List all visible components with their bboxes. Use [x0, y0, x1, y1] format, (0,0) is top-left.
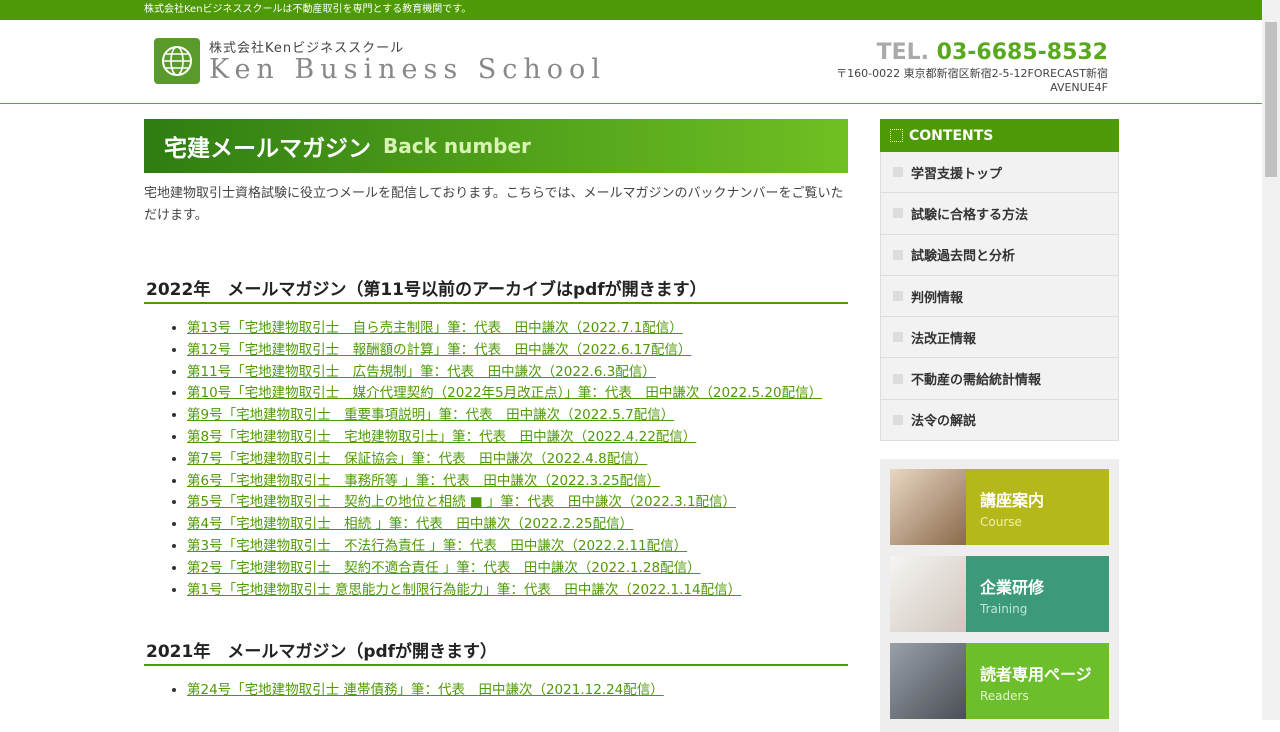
businesswoman-photo-icon: [890, 556, 966, 633]
crowd-photo-icon: [890, 643, 966, 720]
logo-school-name[interactable]: Ken Business School: [209, 54, 606, 85]
issue-link[interactable]: 第5号「宅地建物取引士 契約上の地位と相続 ■ 」筆：代表 田中謙次（2022.…: [187, 494, 736, 510]
intro-text: 宅地建物取引士資格試験に役立つメールを配信しております。こちらでは、メールマガジ…: [144, 186, 844, 223]
list-item: 第4号「宅地建物取引士 相続 」筆：代表 田中謙次（2022.2.25配信）: [187, 514, 848, 536]
page-title: 宅建メールマガジン: [164, 136, 371, 162]
list-item: 第9号「宅地建物取引士 重要事項説明」筆：代表 田中謙次（2022.5.7配信）: [187, 405, 848, 427]
banner-title: 講座案内: [980, 491, 1045, 511]
page-title-banner: 宅建メールマガジン Back number: [144, 119, 848, 173]
banner-training[interactable]: 企業研修 Training: [890, 556, 1109, 633]
tel-label: TEL.: [876, 40, 929, 65]
sidebar-item-law-revisions[interactable]: 法改正情報: [880, 317, 1119, 359]
issue-list-2021: 第24号「宅地建物取引士 連帯債務」筆：代表 田中謙次（2021.12.24配信…: [144, 680, 848, 702]
issue-link[interactable]: 第24号「宅地建物取引士 連帯債務」筆：代表 田中謙次（2021.12.24配信…: [187, 682, 664, 698]
site-header: 株式会社Kenビジネススクール Ken Business School TEL.…: [0, 20, 1262, 104]
sidebar-item-case-law[interactable]: 判例情報: [880, 275, 1119, 318]
banner-title: 読者専用ページ: [980, 665, 1092, 685]
list-item: 第6号「宅地建物取引士 事務所等 」筆：代表 田中謙次（2022.3.25配信）: [187, 471, 848, 493]
list-item: 第12号「宅地建物取引士 報酬額の計算」筆：代表 田中謙次（2022.6.17配…: [187, 340, 848, 362]
sidebar-item-how-to-pass[interactable]: 試験に合格する方法: [880, 193, 1119, 235]
year-2022-heading: 2022年 メールマガジン（第11号以前のアーカイブはpdfが開きます）: [144, 275, 848, 304]
sidebar-item-label: 法改正情報: [911, 331, 977, 347]
banner-panel: 講座案内 Course 企業研修 Training 読者専用ページ Reader…: [880, 459, 1119, 732]
list-item: 第5号「宅地建物取引士 契約上の地位と相続 ■ 」筆：代表 田中謙次（2022.…: [187, 492, 848, 514]
list-item: 第1号「宅地建物取引士 意思能力と制限行為能力」筆：代表 田中謙次（2022.1…: [187, 580, 848, 602]
sidebar: CONTENTS 学習支援トップ 試験に合格する方法 試験過去問と分析 判例情報…: [880, 119, 1119, 732]
contents-label: CONTENTS: [909, 127, 994, 144]
sidebar-item-label: 試験過去問と分析: [911, 249, 1016, 265]
vertical-scrollbar[interactable]: [1262, 0, 1280, 720]
banner-course[interactable]: 講座案内 Course: [890, 469, 1109, 546]
scrollbar-thumb[interactable]: [1265, 22, 1277, 177]
issue-link[interactable]: 第6号「宅地建物取引士 事務所等 」筆：代表 田中謙次（2022.3.25配信）: [187, 473, 660, 489]
square-bullet-icon: [893, 373, 903, 384]
list-item: 第13号「宅地建物取引士 自ら売主制限」筆：代表 田中謙次（2022.7.1配信…: [187, 318, 848, 340]
banner-title: 企業研修: [980, 578, 1045, 598]
top-notice-text: 株式会社Kenビジネススクールは不動産取引を専門とする教育機関です。: [144, 4, 472, 15]
page-subtitle: Back number: [383, 134, 531, 158]
list-item: 第10号「宅地建物取引士 媒介代理契約（2022年5月改正点）」筆：代表 田中謙…: [187, 383, 848, 405]
tel-number: 03-6685-8532: [936, 40, 1108, 65]
issue-link[interactable]: 第3号「宅地建物取引士 不法行為責任 」筆：代表 田中謙次（2022.2.11配…: [187, 538, 687, 554]
globe-logo-icon[interactable]: [154, 38, 200, 84]
issue-link[interactable]: 第9号「宅地建物取引士 重要事項説明」筆：代表 田中謙次（2022.5.7配信）: [187, 407, 674, 423]
phone-number: TEL. 03-6685-8532: [877, 40, 1108, 65]
top-notice-bar: 株式会社Kenビジネススクールは不動産取引を専門とする教育機関です。: [0, 0, 1262, 20]
operator-photo-icon: [890, 469, 966, 546]
banner-subtitle: Training: [980, 602, 1028, 617]
square-icon: [890, 129, 903, 142]
square-bullet-icon: [893, 167, 903, 178]
issue-link[interactable]: 第12号「宅地建物取引士 報酬額の計算」筆：代表 田中謙次（2022.6.17配…: [187, 342, 691, 358]
issue-link[interactable]: 第4号「宅地建物取引士 相続 」筆：代表 田中謙次（2022.2.25配信）: [187, 516, 633, 532]
sidebar-item-law-explanations[interactable]: 法令の解説: [880, 399, 1119, 442]
issue-link[interactable]: 第13号「宅地建物取引士 自ら売主制限」筆：代表 田中謙次（2022.7.1配信…: [187, 320, 683, 336]
sidebar-item-label: 判例情報: [911, 290, 964, 306]
issue-link[interactable]: 第2号「宅地建物取引士 契約不適合責任 」筆：代表 田中謙次（2022.1.28…: [187, 560, 701, 576]
list-item: 第3号「宅地建物取引士 不法行為責任 」筆：代表 田中謙次（2022.2.11配…: [187, 536, 848, 558]
contents-header: CONTENTS: [880, 119, 1119, 152]
list-item: 第8号「宅地建物取引士 宅地建物取引士」筆：代表 田中謙次（2022.4.22配…: [187, 427, 848, 449]
square-bullet-icon: [893, 208, 903, 219]
list-item: 第7号「宅地建物取引士 保証協会」筆：代表 田中謙次（2022.4.8配信）: [187, 449, 848, 471]
issue-link[interactable]: 第7号「宅地建物取引士 保証協会」筆：代表 田中謙次（2022.4.8配信）: [187, 451, 647, 467]
sidebar-item-past-exams[interactable]: 試験過去問と分析: [880, 234, 1119, 276]
square-bullet-icon: [893, 249, 903, 260]
sidebar-item-statistics[interactable]: 不動産の需給統計情報: [880, 358, 1119, 400]
issue-list-2022: 第13号「宅地建物取引士 自ら売主制限」筆：代表 田中謙次（2022.7.1配信…: [144, 318, 848, 601]
banner-subtitle: Course: [980, 515, 1022, 530]
sidebar-item-label: 試験に合格する方法: [911, 207, 1029, 223]
square-bullet-icon: [893, 414, 903, 425]
main-content: 宅建メールマガジン Back number 宅地建物取引士資格試験に役立つメール…: [144, 119, 848, 702]
issue-link[interactable]: 第10号「宅地建物取引士 媒介代理契約（2022年5月改正点）」筆：代表 田中謙…: [187, 385, 822, 401]
sidebar-item-label: 法令の解説: [911, 414, 977, 430]
square-bullet-icon: [893, 291, 903, 302]
sidebar-item-label: 学習支援トップ: [911, 166, 1003, 182]
sidebar-item-label: 不動産の需給統計情報: [911, 373, 1042, 389]
list-item: 第2号「宅地建物取引士 契約不適合責任 」筆：代表 田中謙次（2022.1.28…: [187, 558, 848, 580]
sidebar-item-study-top[interactable]: 学習支援トップ: [880, 152, 1119, 194]
issue-link[interactable]: 第11号「宅地建物取引士 広告規制」筆：代表 田中謙次（2022.6.3配信）: [187, 364, 656, 380]
year-2021-heading: 2021年 メールマガジン（pdfが開きます）: [144, 637, 848, 667]
issue-link[interactable]: 第1号「宅地建物取引士 意思能力と制限行為能力」筆：代表 田中謙次（2022.1…: [187, 582, 741, 598]
list-item: 第11号「宅地建物取引士 広告規制」筆：代表 田中謙次（2022.6.3配信）: [187, 362, 848, 384]
banner-subtitle: Readers: [980, 689, 1029, 704]
banner-readers[interactable]: 読者専用ページ Readers: [890, 643, 1109, 720]
address: 〒160-0022 東京都新宿区新宿2-5-12FORECAST新宿AVENUE…: [836, 67, 1108, 94]
issue-link[interactable]: 第8号「宅地建物取引士 宅地建物取引士」筆：代表 田中謙次（2022.4.22配…: [187, 429, 696, 445]
square-bullet-icon: [893, 332, 903, 343]
list-item: 第24号「宅地建物取引士 連帯債務」筆：代表 田中謙次（2021.12.24配信…: [187, 680, 848, 702]
